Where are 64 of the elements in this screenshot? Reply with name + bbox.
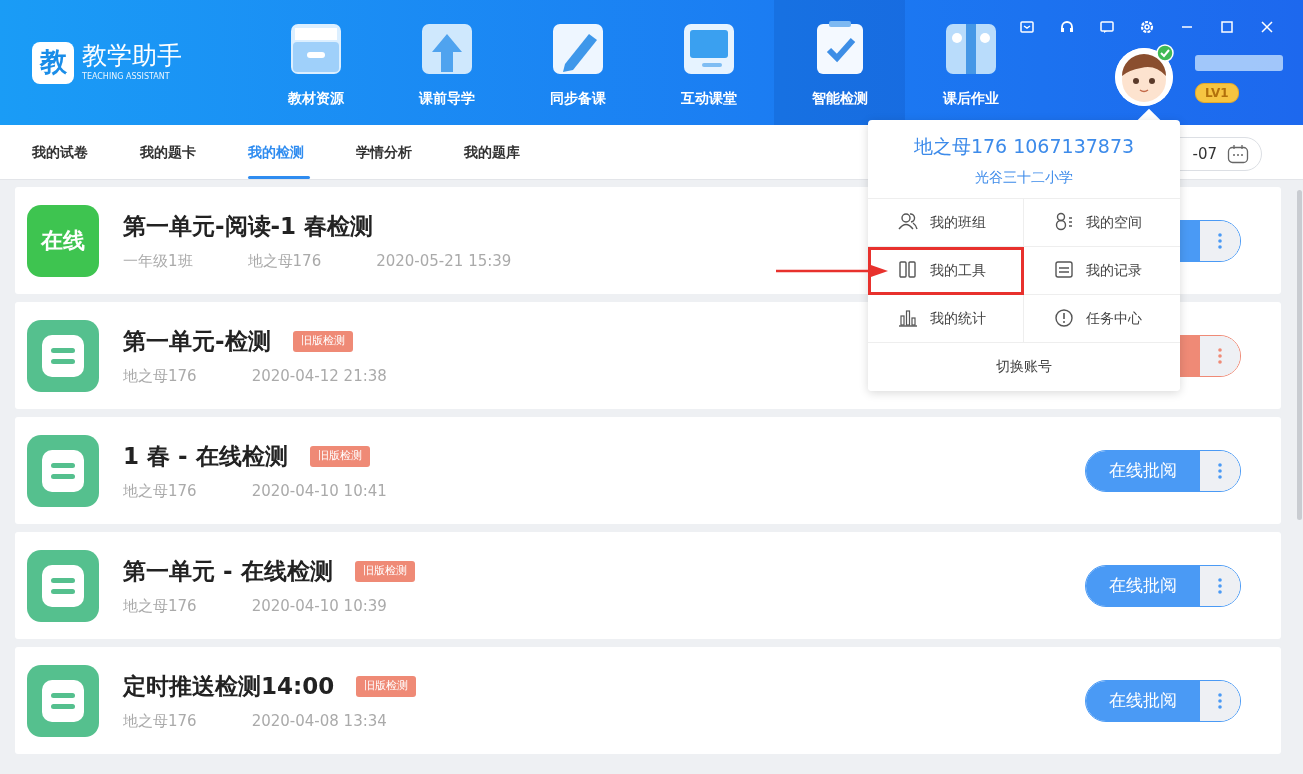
columns-icon: [898, 260, 918, 280]
online-badge-icon: 在线: [27, 204, 99, 277]
tab[interactable]: 我的题库: [446, 125, 554, 179]
tab[interactable]: 我的试卷: [14, 125, 122, 179]
menu-item[interactable]: 任务中心: [1024, 294, 1180, 343]
more-icon[interactable]: [1218, 347, 1222, 364]
document-icon: [27, 319, 99, 392]
item-meta: 地之母176: [247, 250, 322, 272]
group-icon: [898, 212, 918, 232]
document-icon: [27, 664, 99, 737]
item-meta: 地之母176: [123, 365, 197, 387]
nav-tab[interactable]: 课前导学: [381, 0, 512, 125]
item-title: 定时推送检测14:00: [123, 672, 335, 701]
tab[interactable]: 学情分析: [338, 125, 446, 179]
person-list-icon: [1054, 212, 1074, 232]
headset-icon[interactable]: [1059, 19, 1075, 35]
menu-item[interactable]: 我的统计: [868, 294, 1024, 343]
alert-icon: [1054, 308, 1074, 328]
item-title: 第一单元 - 在线检测: [123, 557, 333, 586]
calendar-icon: [1227, 144, 1249, 164]
item-meta: 地之母176: [123, 480, 197, 502]
menu-item[interactable]: 我的记录: [1024, 246, 1180, 295]
more-icon[interactable]: [1218, 692, 1222, 709]
app-subtitle: TEACHING ASSISTANT: [82, 70, 171, 83]
version-tag: 旧版检测: [356, 676, 417, 697]
nav-tab[interactable]: 同步备课: [512, 0, 643, 125]
version-tag: 旧版检测: [292, 331, 353, 352]
more-icon[interactable]: [1218, 462, 1222, 479]
mail-icon[interactable]: [1019, 19, 1035, 35]
item-meta: 地之母176: [123, 710, 197, 732]
settings-icon[interactable]: [1139, 19, 1155, 35]
list-icon: [1054, 260, 1074, 280]
menu-item[interactable]: 我的班组: [868, 198, 1024, 247]
item-meta: 2020-04-08 13:34: [251, 710, 387, 732]
version-tag: 旧版检测: [354, 561, 415, 582]
menu-item[interactable]: 我的空间: [1024, 198, 1180, 247]
document-icon: [27, 549, 99, 622]
app-logo: 教: [32, 41, 74, 84]
nav-tab[interactable]: 互动课堂: [643, 0, 774, 125]
maximize-icon[interactable]: [1219, 19, 1235, 35]
scrollbar-thumb[interactable]: [1297, 190, 1302, 520]
item-title: 1 春 - 在线检测: [123, 442, 288, 471]
school-name: 光谷三十二小学: [974, 167, 1074, 187]
nav-tab[interactable]: 智能检测: [774, 0, 905, 125]
more-icon[interactable]: [1218, 232, 1222, 249]
item-title: 第一单元-检测: [123, 327, 271, 356]
switch-account-button[interactable]: 切换账号: [868, 342, 1180, 391]
item-title: 第一单元-阅读-1 春检测: [123, 212, 374, 241]
item-meta: 2020-04-12 21:38: [251, 365, 387, 387]
menu-item[interactable]: 我的工具: [868, 246, 1024, 295]
item-meta: 2020-04-10 10:41: [251, 480, 387, 502]
chat-icon[interactable]: [1099, 19, 1115, 35]
level-badge: LV1: [1195, 83, 1239, 103]
item-meta: 地之母176: [123, 595, 197, 617]
tab[interactable]: 我的题卡: [122, 125, 230, 179]
document-icon: [27, 434, 99, 507]
item-meta: 2020-05-21 15:39: [376, 250, 512, 272]
item-meta: 2020-04-10 10:39: [251, 595, 387, 617]
close-icon[interactable]: [1259, 19, 1275, 35]
item-meta: 一年级1班: [123, 250, 193, 272]
app-name: 教学助手: [82, 42, 182, 68]
more-icon[interactable]: [1218, 577, 1222, 594]
version-tag: 旧版检测: [309, 446, 370, 467]
bar-chart-icon: [898, 308, 918, 328]
